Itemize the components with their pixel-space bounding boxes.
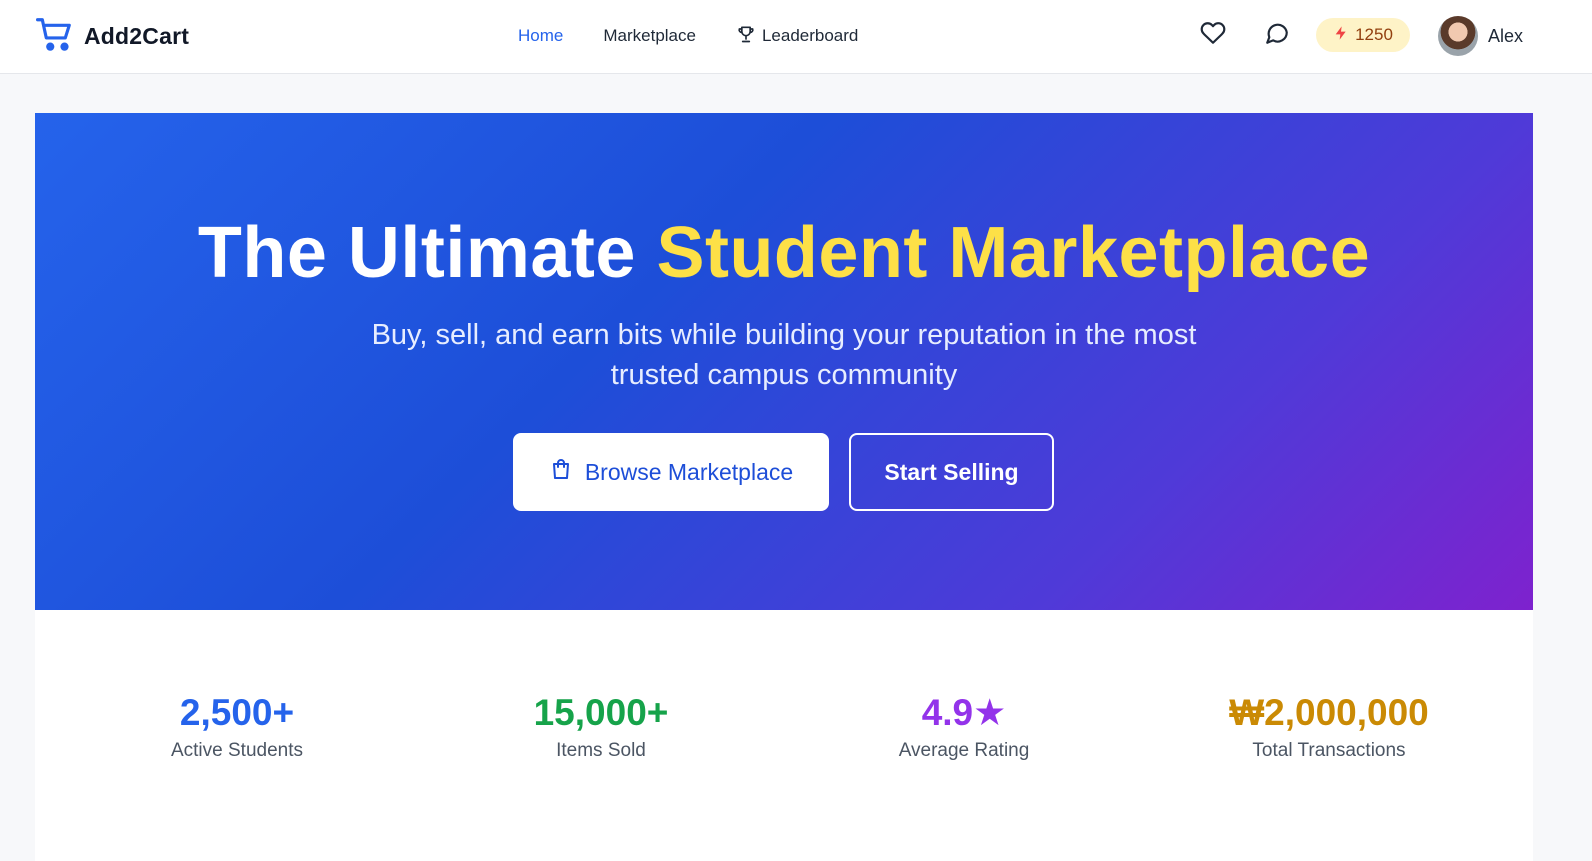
bits-count: 1250 <box>1355 25 1393 44</box>
stat-label: Average Rating <box>898 740 1030 761</box>
stat-active-students: 2,500+ Active Students <box>57 690 417 762</box>
username: Alex <box>1488 25 1524 46</box>
user-menu[interactable]: Alex <box>1438 16 1523 56</box>
stats-section: 2,500+ Active Students 15,000+ Items Sol… <box>35 610 1533 861</box>
stat-label: Active Students <box>170 740 304 761</box>
browse-marketplace-button[interactable]: Browse Marketplace <box>513 433 829 511</box>
brand-name: Add2Cart <box>84 22 190 49</box>
bits-balance-badge[interactable]: 1250 <box>1316 18 1410 52</box>
nav-leaderboard-label: Leaderboard <box>761 26 859 45</box>
top-navbar: Add2Cart Home Marketplace Leaderboard 12… <box>0 0 1592 74</box>
stat-value: 2,500+ <box>179 692 295 733</box>
stat-average-rating: 4.9★ Average Rating <box>784 690 1144 762</box>
trophy-icon <box>736 24 756 49</box>
hero-title: The Ultimate Student Marketplace <box>35 211 1533 295</box>
browse-marketplace-label: Browse Marketplace <box>584 458 794 485</box>
hero-subtitle: Buy, sell, and earn bits while building … <box>371 319 1197 391</box>
brand-logo[interactable]: Add2Cart <box>36 14 189 58</box>
chat-icon <box>1264 20 1290 51</box>
cart-icon <box>36 15 74 58</box>
main-nav: Home Marketplace Leaderboard <box>518 22 858 50</box>
stat-label: Total Transactions <box>1252 740 1406 761</box>
start-selling-button[interactable]: Start Selling <box>849 433 1054 511</box>
hero-banner: The Ultimate Student Marketplace Buy, se… <box>35 113 1533 610</box>
stat-label: Items Sold <box>556 740 646 761</box>
stat-value: 15,000+ <box>533 692 669 733</box>
hero-title-main: The Ultimate <box>197 213 657 293</box>
messages-button[interactable] <box>1262 20 1292 50</box>
stat-items-sold: 15,000+ Items Sold <box>421 690 781 762</box>
stat-value: ₩2,000,000 <box>1229 692 1429 733</box>
nav-leaderboard[interactable]: Leaderboard <box>736 24 858 49</box>
shopping-bag-icon <box>549 457 573 487</box>
heart-icon <box>1200 20 1226 51</box>
favorites-button[interactable] <box>1198 20 1228 50</box>
stat-total-transactions: ₩2,000,000 Total Transactions <box>1149 690 1509 762</box>
stat-value: 4.9★ <box>921 692 1007 733</box>
hero-title-highlight: Student Marketplace <box>656 213 1371 293</box>
bolt-icon <box>1333 24 1349 47</box>
nav-home[interactable]: Home <box>518 26 563 46</box>
nav-marketplace[interactable]: Marketplace <box>603 26 696 46</box>
avatar <box>1438 16 1478 56</box>
